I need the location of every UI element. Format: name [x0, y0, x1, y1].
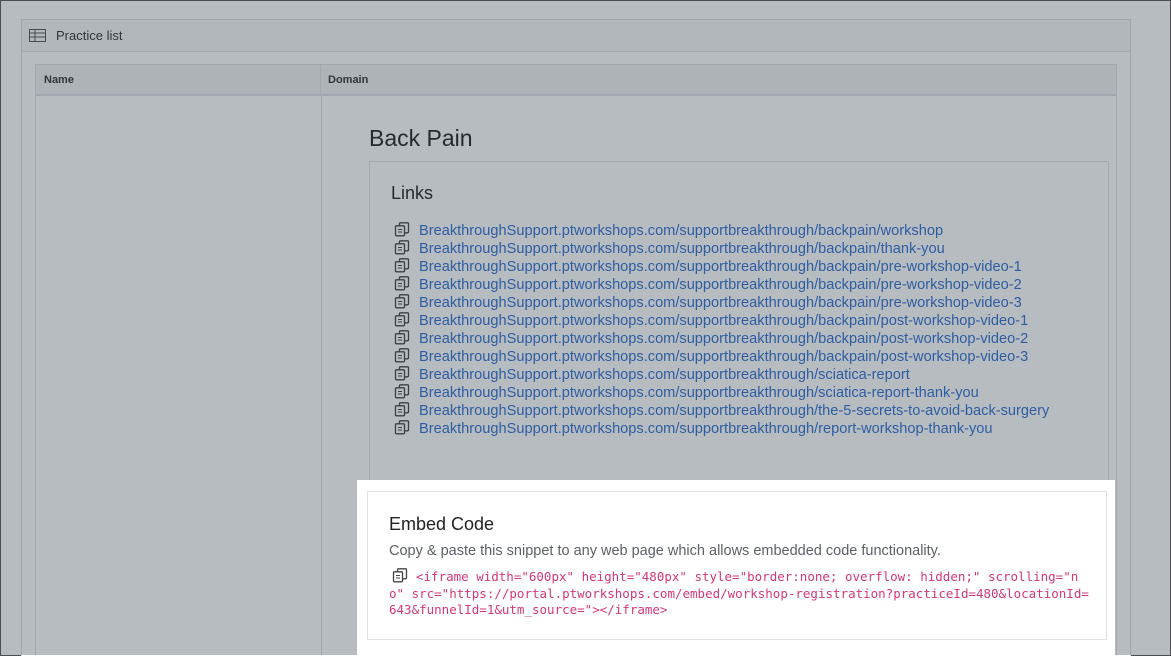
copy-icon[interactable] — [394, 366, 411, 381]
copy-icon[interactable] — [394, 258, 411, 273]
link-url[interactable]: BreakthroughSupport.ptworkshops.com/supp… — [419, 313, 1028, 329]
link-row: BreakthroughSupport.ptworkshops.com/supp… — [391, 240, 1106, 258]
link-row: BreakthroughSupport.ptworkshops.com/supp… — [391, 420, 1106, 438]
embed-title: Embed Code — [389, 514, 495, 534]
copy-icon[interactable] — [392, 568, 409, 583]
link-url[interactable]: BreakthroughSupport.ptworkshops.com/supp… — [419, 385, 979, 401]
links-card: Links BreakthroughSupport.ptworkshops.co… — [369, 161, 1109, 493]
copy-icon[interactable] — [394, 312, 411, 327]
link-url[interactable]: BreakthroughSupport.ptworkshops.com/supp… — [419, 295, 1022, 311]
embed-description: Copy & paste this snippet to any web pag… — [389, 543, 941, 559]
link-url[interactable]: BreakthroughSupport.ptworkshops.com/supp… — [419, 259, 1022, 275]
column-header-domain[interactable]: Domain — [321, 65, 1116, 94]
link-url[interactable]: BreakthroughSupport.ptworkshops.com/supp… — [419, 367, 910, 383]
links-list: BreakthroughSupport.ptworkshops.com/supp… — [391, 222, 1106, 438]
section-title: Back Pain — [369, 125, 473, 151]
link-row: BreakthroughSupport.ptworkshops.com/supp… — [391, 258, 1106, 276]
copy-icon[interactable] — [394, 294, 411, 309]
link-url[interactable]: BreakthroughSupport.ptworkshops.com/supp… — [419, 403, 1049, 419]
link-url[interactable]: BreakthroughSupport.ptworkshops.com/supp… — [419, 241, 945, 257]
link-row: BreakthroughSupport.ptworkshops.com/supp… — [391, 366, 1106, 384]
copy-icon[interactable] — [394, 348, 411, 363]
links-title: Links — [391, 183, 434, 203]
embed-spotlight: Embed Code Copy & paste this snippet to … — [357, 480, 1115, 655]
embed-code-text: <iframe width="600px" height="480px" sty… — [389, 569, 1089, 617]
copy-icon[interactable] — [394, 276, 411, 291]
link-row: BreakthroughSupport.ptworkshops.com/supp… — [391, 222, 1106, 240]
embed-code-card: Embed Code Copy & paste this snippet to … — [367, 491, 1107, 640]
copy-icon[interactable] — [394, 222, 411, 237]
link-url[interactable]: BreakthroughSupport.ptworkshops.com/supp… — [419, 421, 993, 437]
link-url[interactable]: BreakthroughSupport.ptworkshops.com/supp… — [419, 331, 1028, 347]
copy-icon[interactable] — [394, 330, 411, 345]
link-row: BreakthroughSupport.ptworkshops.com/supp… — [391, 276, 1106, 294]
link-row: BreakthroughSupport.ptworkshops.com/supp… — [391, 294, 1106, 312]
link-url[interactable]: BreakthroughSupport.ptworkshops.com/supp… — [419, 349, 1028, 365]
page: Practice list Name Domain Back Pain Link… — [1, 1, 1170, 656]
link-row: BreakthroughSupport.ptworkshops.com/supp… — [391, 330, 1106, 348]
copy-icon[interactable] — [394, 420, 411, 435]
embed-code-snippet[interactable]: <iframe width="600px" height="480px" sty… — [389, 568, 1089, 619]
link-row: BreakthroughSupport.ptworkshops.com/supp… — [391, 384, 1106, 402]
panel-header: Practice list — [22, 20, 1130, 52]
copy-icon[interactable] — [394, 384, 411, 399]
column-header-name[interactable]: Name — [36, 65, 321, 94]
link-url[interactable]: BreakthroughSupport.ptworkshops.com/supp… — [419, 223, 943, 239]
copy-icon[interactable] — [394, 402, 411, 417]
link-url[interactable]: BreakthroughSupport.ptworkshops.com/supp… — [419, 277, 1022, 293]
column-divider — [321, 96, 322, 656]
link-row: BreakthroughSupport.ptworkshops.com/supp… — [391, 312, 1106, 330]
panel-title: Practice list — [56, 28, 123, 43]
table-header: Name Domain — [36, 65, 1116, 96]
copy-icon[interactable] — [394, 240, 411, 255]
link-row: BreakthroughSupport.ptworkshops.com/supp… — [391, 348, 1106, 366]
link-row: BreakthroughSupport.ptworkshops.com/supp… — [391, 402, 1106, 420]
table-icon — [29, 29, 46, 42]
